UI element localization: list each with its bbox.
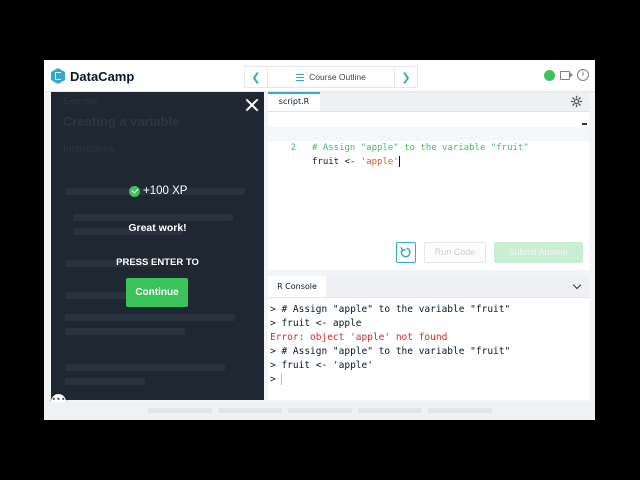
submit-answer-button[interactable]: Submit Answer [494, 242, 583, 263]
console-line: > # Assign "apple" to the variable "frui… [270, 346, 511, 357]
ghost-text-line [65, 364, 225, 371]
exercise-instructions-heading: Instructions [63, 144, 115, 155]
video-icon[interactable] [560, 71, 573, 80]
text-cursor [398, 156, 400, 167]
code-line: 2 fruit <- 'apple' [268, 127, 589, 167]
ghost-bar [358, 408, 422, 413]
ghost-bar [288, 408, 352, 413]
ghost-text-line [65, 328, 185, 335]
course-outline-label: Course Outline [309, 72, 366, 82]
course-navigation: ❮ Course Outline ❯ [244, 66, 418, 88]
exercise-panel: Exercise Creating a variable Instruction… [51, 92, 264, 400]
console-line: > fruit <- apple [270, 318, 362, 329]
run-code-button[interactable]: Run Code [424, 242, 486, 263]
success-message: Great work! [128, 222, 187, 234]
top-bar: DataCamp ❮ Course Outline ❯ i [44, 60, 595, 92]
reset-button[interactable] [396, 242, 416, 263]
ghost-text-line [73, 214, 233, 221]
ghost-text-line [65, 378, 145, 385]
exercise-title: Creating a variable [63, 114, 180, 129]
app-window: DataCamp ❮ Course Outline ❯ i Exercise C… [44, 60, 595, 420]
chevron-down-icon[interactable] [568, 278, 587, 295]
xp-award: +100 XP [129, 185, 187, 197]
xp-label: +100 XP [143, 185, 188, 197]
code-comment: # Assign "apple" to the variable "fruit" [312, 143, 529, 153]
console-error-line: Error: object 'apple' not found [270, 332, 448, 343]
press-enter-hint: PRESS ENTER TO [116, 257, 199, 268]
logo[interactable]: DataCamp [51, 67, 134, 85]
course-outline-button[interactable]: Course Outline [267, 67, 395, 87]
arrow-right-icon[interactable]: ❯ [395, 71, 417, 84]
text-cursor [281, 374, 283, 385]
ghost-text-line [65, 292, 135, 299]
check-icon [129, 185, 140, 197]
ghost-bar [428, 408, 492, 413]
ghost-text-line [65, 314, 235, 321]
ghost-bar [148, 408, 212, 413]
editor-tab-bar: script.R [268, 92, 589, 112]
line-number: 2 [290, 143, 296, 153]
code-string: 'apple' [360, 157, 399, 167]
gear-icon[interactable] [570, 95, 583, 108]
console-line: > # Assign "apple" to the variable "frui… [270, 304, 511, 315]
arrow-left-icon[interactable]: ❮ [245, 71, 267, 84]
console-output[interactable]: > # Assign "apple" to the variable "frui… [270, 303, 510, 387]
code-editor: script.R 1 # Assign "apple" to the varia… [268, 92, 589, 270]
info-icon[interactable]: i [577, 69, 589, 81]
close-icon[interactable] [245, 98, 259, 112]
brand-name: DataCamp [70, 68, 135, 84]
exercise-label: Exercise [63, 96, 98, 106]
menu-icon [296, 73, 305, 81]
undo-icon [400, 246, 411, 258]
console-line: > fruit <- 'apple' [270, 360, 373, 371]
bottom-bar [44, 402, 595, 420]
code-line: 1 # Assign "apple" to the variable "frui… [268, 113, 589, 153]
console-prompt[interactable]: > [270, 373, 510, 387]
continue-button[interactable]: Continue [126, 278, 188, 307]
console-header: R Console [268, 276, 589, 298]
r-console: R Console > # Assign "apple" to the vari… [268, 276, 589, 400]
ghost-bar [218, 408, 282, 413]
tab-script-r[interactable]: script.R [268, 92, 320, 111]
datacamp-logo-icon [51, 68, 65, 84]
status-dot-icon[interactable] [544, 70, 555, 81]
code-area[interactable]: 1 # Assign "apple" to the variable "frui… [268, 113, 589, 167]
prompt-symbol: > [270, 374, 282, 385]
tab-r-console[interactable]: R Console [268, 276, 326, 297]
code-text: fruit <- [312, 157, 361, 167]
scroll-marker [582, 123, 587, 125]
